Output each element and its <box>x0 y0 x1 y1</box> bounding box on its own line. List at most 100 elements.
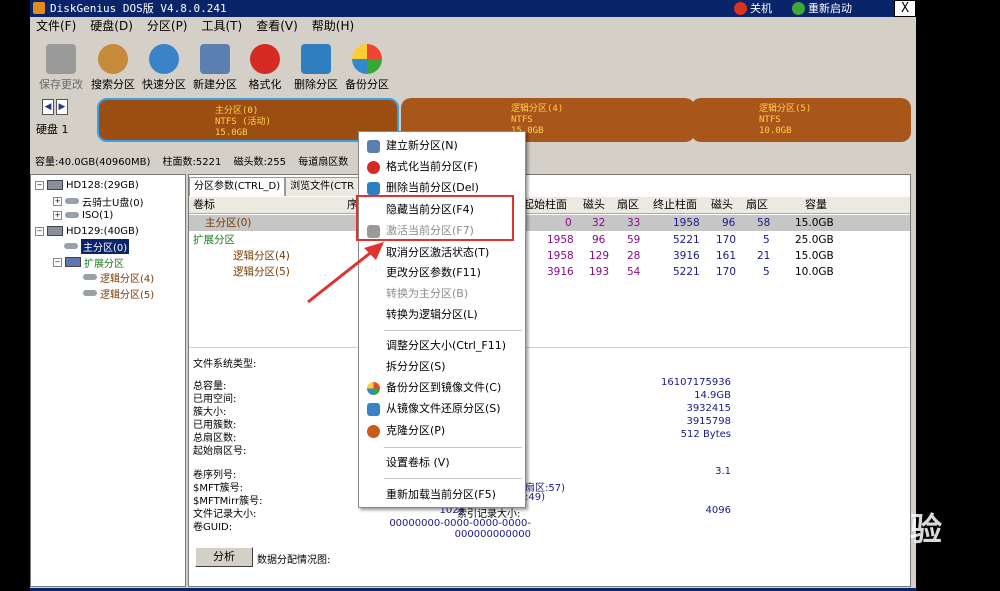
col-end-head: 磁头 <box>711 198 733 211</box>
new-partition-icon <box>200 44 230 74</box>
partition-logical5-size: 10.0GB <box>759 126 792 136</box>
baidu-watermark: Bai 经验 jingyan.baidu.com <box>760 500 960 570</box>
menu-item-clone-partition[interactable]: 克隆分区(P) <box>359 422 525 440</box>
partition-primary-size: 15.0GB <box>215 128 248 138</box>
tree-item-iso[interactable]: + ISO(1) <box>53 208 113 222</box>
row-end-cyl: 5221 <box>673 266 700 278</box>
table-row[interactable]: 逻辑分区(5) 3916 193 54 5221 170 5 10.0GB <box>189 264 910 280</box>
row-start-cyl: 3916 <box>547 266 574 278</box>
menu-item-reload-partition[interactable]: 重新加载当前分区(F5) <box>359 486 525 504</box>
window-title: DiskGenius DOS版 V4.8.0.241 <box>50 2 227 15</box>
row-size: 15.0GB <box>795 217 834 229</box>
tree-item-logical-5[interactable]: 逻辑分区(5) <box>83 286 154 301</box>
menu-item-split-partition[interactable]: 拆分分区(S) <box>359 358 525 376</box>
annotation-arrow-icon <box>307 242 384 304</box>
row-head2: 96 <box>722 217 736 229</box>
expand-icon[interactable]: + <box>53 196 62 206</box>
menu-item-backup-to-image[interactable]: 备份分区到镜像文件(C) <box>359 379 525 397</box>
analyze-button[interactable]: 分析 <box>195 547 253 567</box>
title-bar: DiskGenius DOS版 V4.8.0.241 关机 重新启动 X <box>30 0 916 17</box>
next-disk-arrow-icon[interactable]: ▶ <box>56 99 68 115</box>
data-allocation-chart-label: 数据分配情况图: <box>257 555 331 566</box>
row-head2: 161 <box>716 250 737 262</box>
format-button[interactable]: 格式化 <box>240 40 290 92</box>
tab-browse-files[interactable]: 浏览文件(CTR <box>285 177 360 196</box>
col-end-cylinder: 终止柱面 <box>653 198 697 211</box>
menu-help[interactable]: 帮助(H) <box>312 17 354 35</box>
watermark-url: jingyan.baidu.com <box>766 548 896 564</box>
menu-item-label: 设置卷标 (V) <box>386 456 450 469</box>
quick-partition-button[interactable]: 快速分区 <box>139 40 189 92</box>
row-start-cyl: 0 <box>565 217 572 229</box>
prev-disk-arrow-icon[interactable]: ◀ <box>42 99 54 115</box>
extended-partition-icon <box>65 257 81 267</box>
tree-item-label: 逻辑分区(4) <box>100 273 155 285</box>
restart-button[interactable]: 重新启动 <box>792 0 852 17</box>
tree-item-primary-partition[interactable]: 主分区(0) <box>64 238 130 254</box>
tree-item-hd129[interactable]: − HD129:(40GB) <box>35 224 139 238</box>
tree-item-usb[interactable]: + 云骑士U盘(0) <box>53 194 143 209</box>
fs-type-label: 文件系统类型: <box>193 359 257 370</box>
table-row[interactable]: 逻辑分区(4) 1958 129 28 3916 161 21 15.0GB <box>189 248 910 264</box>
menu-item-set-volume-label[interactable]: 设置卷标 (V) <box>359 454 525 472</box>
used-clusters-value: 3915798 <box>686 416 731 427</box>
tree-item-label: 主分区(0) <box>81 238 130 254</box>
row-end-cyl: 1958 <box>673 217 700 229</box>
search-partition-button[interactable]: 搜索分区 <box>88 40 138 92</box>
menu-disk[interactable]: 硬盘(D) <box>90 17 133 35</box>
row-start-cyl: 1958 <box>547 250 574 262</box>
collapse-icon[interactable]: − <box>53 257 62 267</box>
row-size: 25.0GB <box>795 234 834 246</box>
restore-partition-icon <box>367 403 380 416</box>
table-row[interactable]: 扩展分区 1958 96 59 5221 170 5 25.0GB <box>189 232 910 248</box>
backup-partition-button[interactable]: 备份分区 <box>342 40 392 92</box>
disk-map-partition-primary[interactable]: 主分区(0) NTFS (活动) 15.0GB <box>97 98 399 142</box>
col-capacity: 容量 <box>805 198 827 211</box>
menu-item-resize-partition[interactable]: 调整分区大小(Ctrl_F11) <box>359 337 525 355</box>
collapse-icon[interactable]: − <box>35 180 44 190</box>
collapse-icon[interactable]: − <box>35 226 44 236</box>
shutdown-button[interactable]: 关机 <box>734 0 772 17</box>
row-head1: 32 <box>592 217 606 229</box>
table-row[interactable]: 主分区(0) 0 32 33 1958 96 58 15.0GB <box>189 215 910 231</box>
delete-partition-button[interactable]: 删除分区 <box>291 40 341 92</box>
disk-tree-pane: − HD128:(29GB) + 云骑士U盘(0) + ISO(1) − HD1… <box>30 174 186 587</box>
menu-bar: 文件(F) 硬盘(D) 分区(P) 工具(T) 查看(V) 帮助(H) <box>30 17 916 35</box>
expand-icon[interactable]: + <box>53 210 62 220</box>
menu-tools[interactable]: 工具(T) <box>202 17 243 35</box>
tree-item-extended-partition[interactable]: − 扩展分区 <box>53 255 124 270</box>
menu-item-label: 克隆分区(P) <box>386 424 446 437</box>
menu-view[interactable]: 查看(V) <box>256 17 298 35</box>
menu-item-label: 调整分区大小(Ctrl_F11) <box>386 339 506 352</box>
quick-partition-label: 快速分区 <box>142 78 186 91</box>
quick-partition-icon <box>149 44 179 74</box>
tree-item-hd128[interactable]: − HD128:(29GB) <box>35 178 139 192</box>
disk-label: 硬盘 1 <box>36 123 69 136</box>
start-sector-label: 起始扇区号: <box>193 446 247 457</box>
save-changes-label: 保存更改 <box>39 78 83 91</box>
menu-item-format-partition[interactable]: 格式化当前分区(F) <box>359 158 525 176</box>
format-icon <box>367 161 380 174</box>
menu-item-label: 备份分区到镜像文件(C) <box>386 381 502 394</box>
watermark-brand2: 经验 <box>878 510 943 548</box>
menu-item-new-partition[interactable]: 建立新分区(N) <box>359 137 525 155</box>
disk-heads: 磁头数:255 <box>233 157 287 168</box>
search-partition-label: 搜索分区 <box>91 78 135 91</box>
total-capacity-value: 16107175936 <box>661 377 731 388</box>
save-changes-button[interactable]: 保存更改 <box>36 40 86 92</box>
menu-item-restore-from-image[interactable]: 从镜像文件还原分区(S) <box>359 400 525 418</box>
menu-separator <box>384 478 522 479</box>
tab-partition-params[interactable]: 分区参数(CTRL_D) <box>189 177 286 196</box>
menu-item-label: 更改分区参数(F11) <box>386 266 481 279</box>
close-button[interactable]: X <box>894 0 916 17</box>
menu-item-label: 取消分区激活状态(T) <box>386 246 490 259</box>
ntfs-version-value: 3.1 <box>715 466 731 477</box>
volume-guid-label: 卷GUID: <box>193 522 233 533</box>
disk-map-partition-logical-5[interactable]: 逻辑分区(5) NTFS 10.0GB <box>691 98 911 142</box>
menu-item-convert-logical[interactable]: 转换为逻辑分区(L) <box>359 306 525 324</box>
menu-partition[interactable]: 分区(P) <box>147 17 188 35</box>
new-partition-button[interactable]: 新建分区 <box>190 40 240 92</box>
menu-item-label: 从镜像文件还原分区(S) <box>386 402 501 415</box>
tree-item-logical-4[interactable]: 逻辑分区(4) <box>83 270 155 285</box>
menu-file[interactable]: 文件(F) <box>36 17 76 35</box>
